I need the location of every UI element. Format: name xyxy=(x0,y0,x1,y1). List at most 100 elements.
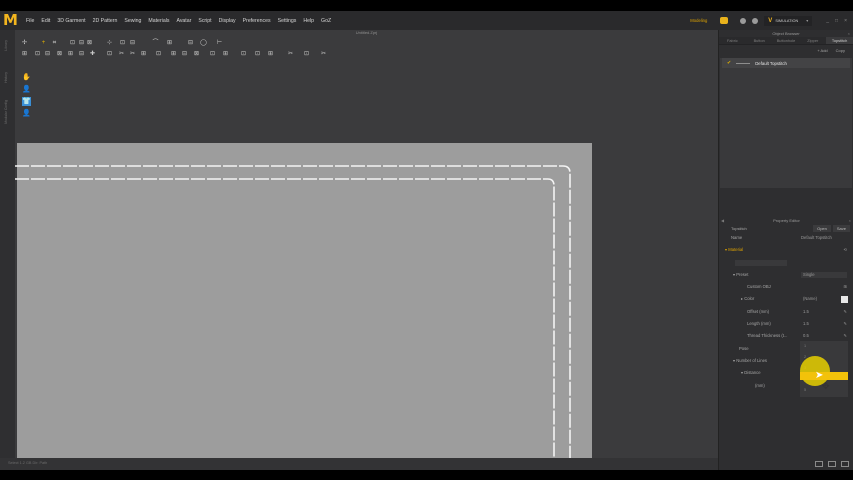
dock-label-3[interactable]: Modular Config xyxy=(4,100,8,124)
menu-materials[interactable]: Materials xyxy=(148,18,169,24)
name-field[interactable]: Default Topstitch xyxy=(801,232,832,244)
tool-r1-9[interactable]: ⊟ xyxy=(129,40,136,47)
close-button[interactable]: × xyxy=(844,18,847,24)
menu-script[interactable]: Script xyxy=(198,18,211,24)
settings-icon[interactable] xyxy=(752,17,759,24)
preset-label[interactable]: ▾ Preset xyxy=(733,269,748,281)
menu-sewing[interactable]: Sewing xyxy=(124,18,141,24)
mode-label[interactable]: Modeling xyxy=(690,18,707,23)
tool-r2-19[interactable]: ⊡ xyxy=(254,51,261,58)
tool-r2-23[interactable]: ✂ xyxy=(320,51,327,58)
transform-tool[interactable]: + xyxy=(40,40,47,47)
tool-r1-4[interactable]: ⊡ xyxy=(69,40,76,47)
menu-settings[interactable]: Settings xyxy=(278,18,297,24)
tool-r1-12[interactable]: ⊟ xyxy=(187,40,194,47)
tab-topstitch[interactable]: Topstitch xyxy=(826,37,853,44)
object-browser-header: Object Browser × xyxy=(719,30,853,37)
dock-arrow-icon[interactable]: ◀ xyxy=(721,218,724,223)
menu-edit[interactable]: Edit xyxy=(41,18,50,24)
tool-r2-6[interactable]: ⊟ xyxy=(78,51,85,58)
3d-viewport[interactable] xyxy=(15,69,718,458)
color-swatch[interactable] xyxy=(841,296,848,304)
edit-icon[interactable]: ✎ xyxy=(843,318,847,330)
tool-r1-3[interactable]: ⌗ xyxy=(51,40,58,47)
name-label: Name xyxy=(731,235,743,240)
simulation-toggle[interactable]: V SIMULATION ▾ xyxy=(764,15,813,26)
close-icon[interactable]: × xyxy=(848,31,850,36)
edit-icon[interactable]: ✎ xyxy=(843,306,847,318)
minimize-button[interactable]: _ xyxy=(826,18,829,24)
length-input[interactable]: 1.5 xyxy=(803,318,809,330)
copy-button[interactable]: Copy xyxy=(836,48,845,53)
save-button[interactable]: Save xyxy=(832,224,850,232)
hand-icon[interactable]: ✋ xyxy=(22,73,31,82)
menu-file[interactable]: File xyxy=(26,18,34,24)
menu-avatar[interactable]: Avatar xyxy=(176,18,191,24)
layout-icon-1[interactable] xyxy=(815,461,823,467)
maximize-button[interactable]: □ xyxy=(835,18,838,24)
open-button[interactable]: Open xyxy=(813,224,831,232)
tool-r2-12[interactable]: ⊡ xyxy=(155,51,162,58)
close-icon[interactable]: × xyxy=(849,218,851,223)
help-icon[interactable] xyxy=(740,17,747,24)
material-row[interactable]: ▾ Material ⟲ xyxy=(719,244,853,256)
menu-preferences[interactable]: Preferences xyxy=(243,18,271,24)
tool-r1-14[interactable]: ⊢ xyxy=(216,40,223,47)
material-section[interactable]: ▾ Material xyxy=(725,244,743,256)
menu-2d-pattern[interactable]: 2D Pattern xyxy=(93,18,118,24)
layout-icon-3[interactable] xyxy=(841,461,849,467)
color-label[interactable]: ▸ Color xyxy=(741,293,754,305)
tool-r2-11[interactable]: ⊞ xyxy=(140,51,147,58)
menu-help[interactable]: Help xyxy=(303,18,314,24)
tool-r2-9[interactable]: ✂ xyxy=(118,51,125,58)
tool-r2-18[interactable]: ⊡ xyxy=(240,51,247,58)
tool-r2-2[interactable]: ⊡ xyxy=(34,51,41,58)
offset-input[interactable]: 1.5 xyxy=(803,306,809,318)
dropdown-option[interactable]: 1 xyxy=(800,341,848,352)
cloud-icon[interactable] xyxy=(720,17,729,24)
tool-r1-11[interactable]: ⊞ xyxy=(166,40,173,47)
tab-buttonhole[interactable]: Buttonhole xyxy=(773,37,800,44)
tool-r2-14[interactable]: ⊟ xyxy=(181,51,188,58)
tab-fabric[interactable]: Fabric xyxy=(719,37,746,44)
tool-r2-13[interactable]: ⊞ xyxy=(170,51,177,58)
folder-icon[interactable]: ⊞ xyxy=(843,281,847,293)
tool-r2-21[interactable]: ✂ xyxy=(287,51,294,58)
list-item[interactable]: ✔ Default Topstitch xyxy=(722,58,850,68)
add-button[interactable]: + Add xyxy=(817,48,827,53)
tool-r2-17[interactable]: ⊞ xyxy=(222,51,229,58)
tab-zipper[interactable]: Zipper xyxy=(799,37,826,44)
dock-label-2[interactable]: History xyxy=(4,72,8,83)
tool-r1-8[interactable]: ⊡ xyxy=(119,40,126,47)
distance-label[interactable]: ▾ Distance xyxy=(741,367,761,379)
select-move-tool[interactable]: ✢ xyxy=(21,40,28,47)
tool-r1-13[interactable]: ◯ xyxy=(200,40,207,47)
garment-icon[interactable]: 👕 xyxy=(22,97,31,106)
layout-icon-2[interactable] xyxy=(828,461,836,467)
tool-r2-1[interactable]: ⊞ xyxy=(21,51,28,58)
tool-r1-7[interactable]: ⊹ xyxy=(106,40,113,47)
tool-r2-3[interactable]: ⊟ xyxy=(44,51,51,58)
tool-r2-7[interactable]: ✚ xyxy=(89,51,96,58)
tab-button[interactable]: Button xyxy=(746,37,773,44)
menu-goz[interactable]: GoZ xyxy=(321,18,331,24)
tool-r1-10[interactable]: ⌒ xyxy=(152,40,159,47)
tool-r2-16[interactable]: ⊡ xyxy=(209,51,216,58)
tool-r2-20[interactable]: ⊞ xyxy=(267,51,274,58)
avatar-alt-icon[interactable]: 👤 xyxy=(22,109,31,118)
tool-r2-4[interactable]: ⊠ xyxy=(56,51,63,58)
tool-r1-5[interactable]: ⊟ xyxy=(78,40,85,47)
tool-r2-5[interactable]: ⊞ xyxy=(67,51,74,58)
tool-r2-22[interactable]: ⊡ xyxy=(303,51,310,58)
tool-r2-8[interactable]: ⊡ xyxy=(106,51,113,58)
avatar-icon[interactable]: 👤 xyxy=(22,85,31,94)
tool-r1-6[interactable]: ⊠ xyxy=(86,40,93,47)
tool-r2-10[interactable]: ✂ xyxy=(129,51,136,58)
menu-3d-garment[interactable]: 3D Garment xyxy=(57,18,85,24)
reset-icon[interactable]: ⟲ xyxy=(843,244,847,256)
tool-r2-15[interactable]: ⊠ xyxy=(193,51,200,58)
menu-display[interactable]: Display xyxy=(219,18,236,24)
dropdown-hover-highlight[interactable] xyxy=(800,372,848,380)
number-of-lines-label[interactable]: ▾ Number of Lines xyxy=(733,355,767,367)
dock-label-1[interactable]: Library xyxy=(4,40,8,51)
